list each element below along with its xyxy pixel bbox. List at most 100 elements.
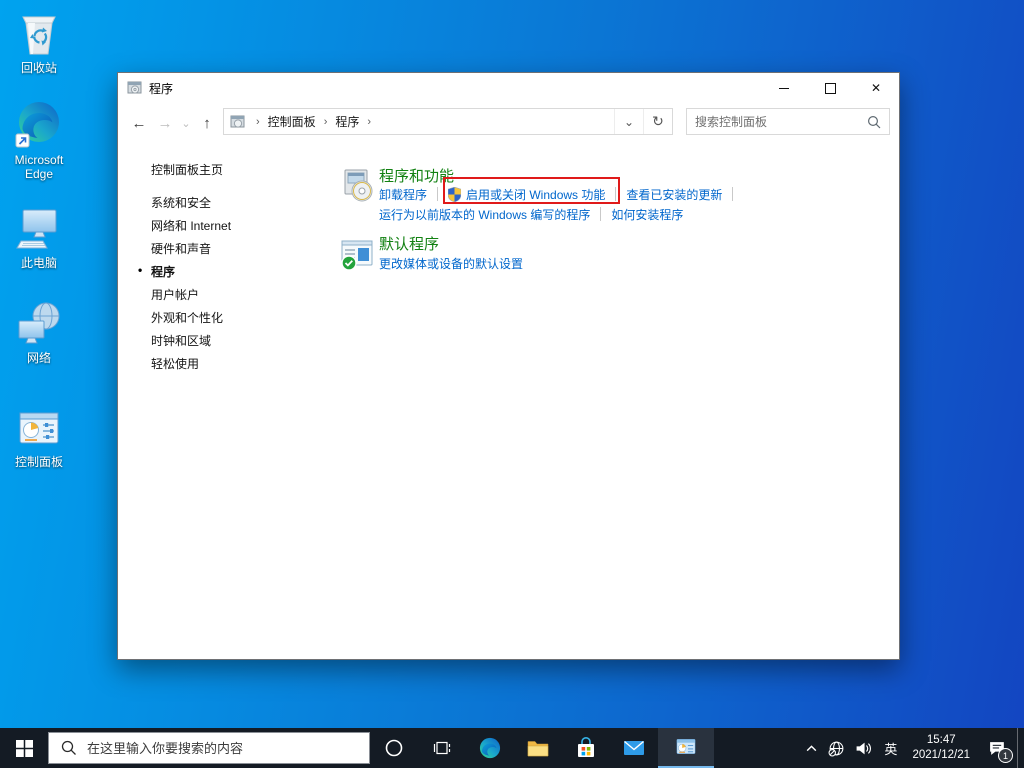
minimize-button[interactable] — [761, 73, 807, 103]
change-default-media-link[interactable]: 更改媒体或设备的默认设置 — [379, 255, 523, 272]
uninstall-program-link[interactable]: 卸载程序 — [379, 186, 427, 203]
file-explorer-button[interactable] — [514, 728, 562, 768]
search-input[interactable] — [687, 114, 867, 129]
sidebar-item-programs[interactable]: 程序 — [151, 263, 175, 280]
control-panel-icon — [676, 739, 696, 754]
breadcrumb-separator: › — [256, 115, 260, 128]
taskbar-edge-button[interactable] — [466, 728, 514, 768]
desktop-icon-label: Microsoft Edge — [14, 153, 64, 181]
desktop-icon-edge[interactable]: Microsoft Edge — [2, 100, 76, 181]
microsoft-store-icon — [578, 737, 594, 757]
desktop-icon-network[interactable]: 网络 — [2, 298, 76, 365]
window-title: 程序 — [149, 81, 174, 96]
breadcrumb-separator: › — [367, 115, 372, 128]
network-globe-icon — [828, 741, 844, 756]
recycle-bin-icon — [16, 8, 62, 58]
system-tray: 英 15:47 2021/12/21 1 — [800, 728, 1024, 768]
task-view-button[interactable] — [418, 728, 466, 768]
forward-button[interactable]: → — [152, 110, 178, 136]
tray-chevron-button[interactable] — [800, 728, 823, 768]
sidebar-item-network-internet[interactable]: 网络和 Internet — [151, 217, 231, 234]
mail-icon — [624, 740, 644, 755]
desktop-icon-label: 控制面板 — [14, 455, 63, 469]
taskbar: 英 15:47 2021/12/21 1 — [0, 728, 1024, 768]
up-button[interactable]: ↑ — [194, 110, 220, 136]
start-button[interactable] — [0, 728, 48, 768]
turn-windows-features-link[interactable]: 启用或关闭 Windows 功能 — [448, 186, 605, 203]
programs-and-features-title[interactable]: 程序和功能 — [379, 165, 454, 186]
uac-shield-icon — [448, 186, 462, 202]
active-item-bullet: • — [138, 263, 143, 277]
chevron-up-icon — [807, 744, 817, 751]
link-separator — [732, 187, 734, 201]
refresh-button[interactable]: ↻ — [643, 109, 672, 134]
link-separator — [615, 187, 617, 201]
address-dropdown-icon[interactable]: ⌄ — [614, 109, 643, 134]
volume-button[interactable] — [850, 728, 877, 768]
network-icon — [15, 298, 63, 348]
breadcrumb-separator: › — [323, 115, 328, 128]
view-installed-updates-link[interactable]: 查看已安装的更新 — [626, 186, 722, 203]
desktop-icon-label: 网络 — [26, 351, 51, 365]
breadcrumb-programs[interactable]: 程序 — [333, 113, 361, 130]
windows-logo-icon — [15, 739, 33, 757]
this-pc-icon — [15, 203, 63, 253]
taskbar-search-input[interactable] — [85, 739, 369, 757]
control-panel-search — [686, 108, 890, 135]
programs-and-features-links-row2: 运行为以前版本的 Windows 编写的程序 如何安装程序 — [379, 204, 683, 224]
back-button[interactable]: ← — [126, 110, 152, 136]
window-icon — [127, 80, 143, 96]
sidebar-item-hardware-sound[interactable]: 硬件和声音 — [151, 240, 211, 257]
search-icon — [61, 740, 77, 756]
maximize-icon — [824, 82, 836, 94]
edge-icon — [479, 737, 501, 759]
history-dropdown-icon[interactable]: ⌄ — [178, 110, 194, 136]
speaker-icon — [857, 742, 872, 754]
taskbar-control-panel-button[interactable] — [658, 728, 714, 768]
run-older-programs-link[interactable]: 运行为以前版本的 Windows 编写的程序 — [379, 206, 590, 223]
breadcrumb-control-panel[interactable]: 控制面板 — [266, 113, 318, 130]
default-programs-links-row: 更改媒体或设备的默认设置 — [379, 253, 523, 273]
clock-date: 2021/12/21 — [912, 749, 970, 761]
link-separator — [437, 187, 439, 201]
microsoft-store-button[interactable] — [562, 728, 610, 768]
desktop-icon-recycle-bin[interactable]: 回收站 — [2, 8, 76, 75]
taskbar-clock[interactable]: 15:47 2021/12/21 — [904, 733, 978, 763]
desktop-icon-control-panel[interactable]: 控制面板 — [2, 402, 76, 469]
desktop: 回收站 Microsoft Edge 此电脑 网络 控制面板 程序 ✕ ← → … — [0, 0, 1024, 768]
edge-icon — [14, 100, 64, 150]
file-explorer-icon — [527, 741, 549, 757]
sidebar-item-clock-region[interactable]: 时钟和区域 — [151, 332, 211, 349]
default-programs-icon[interactable] — [339, 236, 375, 277]
sidebar-item-system-security[interactable]: 系统和安全 — [151, 194, 211, 211]
show-desktop-button[interactable] — [1017, 728, 1024, 768]
sidebar-item-appearance-personalization[interactable]: 外观和个性化 — [151, 309, 223, 326]
control-panel-icon — [16, 402, 62, 452]
action-center-button[interactable]: 1 — [978, 728, 1017, 768]
control-panel-window: 程序 ✕ ← → ⌄ ↑ › 控制面板 › 程序 › ⌄ ↻ 搜索控制面板 控制… — [117, 72, 900, 660]
ime-indicator[interactable]: 英 — [877, 728, 904, 768]
link-separator — [600, 207, 602, 221]
clock-time: 15:47 — [926, 734, 956, 746]
sidebar-item-control-panel-home[interactable]: 控制面板主页 — [151, 161, 223, 178]
programs-and-features-links-row1: 卸载程序 启用或关闭 Windows 功能 查看已安装的更新 — [379, 184, 743, 204]
how-to-install-link[interactable]: 如何安装程序 — [611, 206, 683, 223]
desktop-icon-this-pc[interactable]: 此电脑 — [2, 203, 76, 270]
notification-badge: 1 — [998, 748, 1013, 763]
sidebar-item-ease-of-access[interactable]: 轻松使用 — [151, 355, 199, 372]
sidebar-item-user-accounts[interactable]: 用户帐户 — [151, 286, 199, 303]
network-status-button[interactable] — [823, 728, 850, 768]
address-bar[interactable]: › 控制面板 › 程序 › ⌄ ↻ — [223, 108, 673, 135]
maximize-button[interactable] — [807, 73, 853, 103]
default-programs-title[interactable]: 默认程序 — [379, 233, 439, 254]
mail-button[interactable] — [610, 728, 658, 768]
taskbar-search-box[interactable] — [48, 732, 370, 764]
search-icon — [867, 115, 881, 129]
breadcrumb-icon — [230, 114, 246, 130]
minimize-icon — [779, 87, 789, 89]
cortana-button[interactable] — [370, 728, 418, 768]
turn-windows-features-label: 启用或关闭 Windows 功能 — [466, 187, 606, 202]
programs-and-features-icon[interactable] — [340, 167, 376, 208]
desktop-icon-label: 此电脑 — [20, 256, 57, 270]
close-button[interactable]: ✕ — [853, 73, 899, 103]
